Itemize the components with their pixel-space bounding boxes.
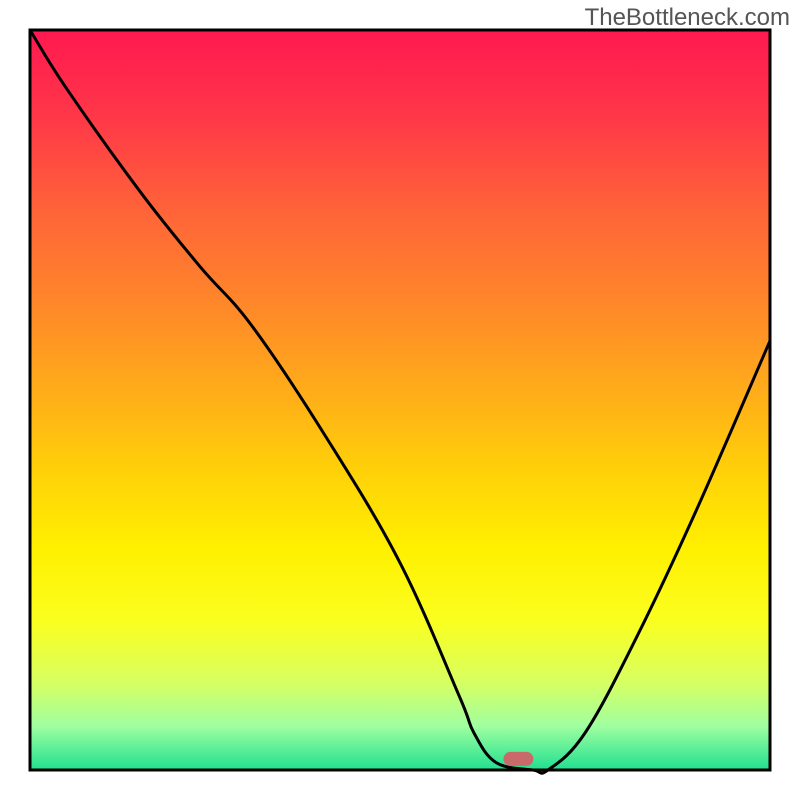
gradient-background — [30, 30, 770, 770]
watermark-text: TheBottleneck.com — [585, 4, 790, 32]
bottleneck-chart: TheBottleneck.com — [0, 0, 800, 800]
plot-area — [30, 30, 770, 773]
optimal-marker — [503, 752, 533, 766]
chart-svg — [0, 0, 800, 800]
